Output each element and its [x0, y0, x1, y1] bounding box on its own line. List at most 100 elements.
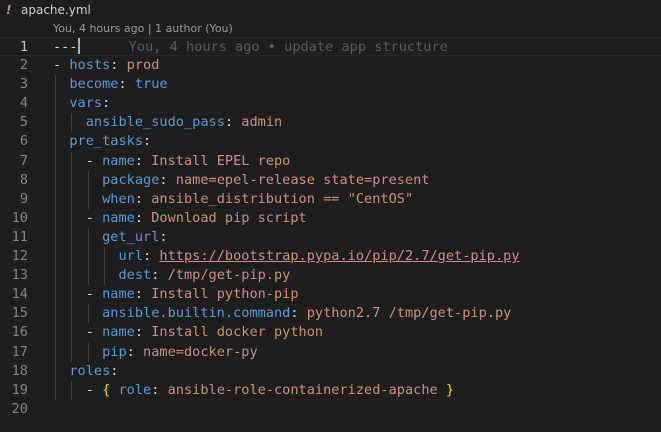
code-token: :	[134, 209, 152, 226]
code-line[interactable]: 6 pre_tasks:	[0, 132, 661, 152]
code-token: vars	[69, 95, 103, 112]
code-token: :	[134, 152, 152, 169]
line-number: 20	[11, 400, 28, 417]
code-token: name=docker-py	[143, 343, 258, 360]
code-token: get_url	[102, 228, 160, 245]
code-content[interactable]: get_url:	[53, 228, 167, 247]
code-line[interactable]: 14 - name: Install python-pip	[0, 285, 661, 305]
code-line[interactable]: 17 pip: name=docker-py	[0, 342, 661, 362]
code-token: -	[53, 57, 70, 74]
file-tab-title[interactable]: apache.yml	[21, 3, 91, 17]
code-content[interactable]: ansible_sudo_pass: admin	[53, 113, 282, 132]
code-line[interactable]: 12 url: https://bootstrap.pypa.io/pip/2.…	[0, 247, 661, 267]
code-line[interactable]: 19 - { role: ansible-role-containerized-…	[0, 380, 661, 400]
line-number: 17	[11, 343, 28, 360]
code-line[interactable]: 11 get_url:	[0, 227, 661, 248]
code-token: roles	[69, 362, 111, 379]
code-token: :	[126, 343, 144, 360]
code-content[interactable]: ansible.builtin.command: python2.7 /tmp/…	[53, 304, 511, 323]
code-content[interactable]: package: name=epel-release state=present	[53, 171, 429, 190]
code-token: ansible_distribution == "CentOS"	[151, 190, 414, 207]
code-token: :	[118, 76, 135, 93]
line-number: 8	[19, 171, 28, 188]
code-line[interactable]: 20	[0, 400, 661, 419]
url-link[interactable]: https://bootstrap.pypa.io/pip/2.7/get-pi…	[159, 248, 519, 264]
line-number: 12	[11, 248, 28, 265]
code-line[interactable]: 15 ansible.builtin.command: python2.7 /t…	[0, 304, 661, 324]
code-token: Install EPEL repo	[151, 152, 291, 169]
code-token: ansible-role-containerized-apache	[167, 381, 438, 398]
code-content[interactable]: - name: Install docker python	[53, 323, 323, 342]
line-number: 15	[11, 305, 28, 322]
line-number: 19	[11, 381, 28, 398]
editor-tab-bar: ! apache.yml	[0, 0, 661, 21]
code-token: Install python-pip	[151, 286, 299, 303]
code-content[interactable]: - name: Install EPEL repo	[53, 152, 291, 171]
code-line[interactable]: 2 - hosts: prod	[0, 56, 661, 75]
code-content[interactable]: - name: Install python-pip	[53, 285, 299, 304]
code-line[interactable]: 8 package: name=epel-release state=prese…	[0, 170, 661, 190]
code-token: Download pip script	[151, 209, 307, 226]
code-content[interactable]: - name: Download pip script	[53, 209, 307, 228]
code-token: dest	[118, 267, 152, 284]
code-token: url	[118, 248, 144, 265]
code-token: name	[102, 286, 135, 303]
code-token: python2.7 /tmp/get-pip.py	[306, 305, 512, 322]
code-token: name	[102, 152, 135, 169]
code-line[interactable]: 5 ansible_sudo_pass: admin	[0, 113, 661, 133]
code-token: pip	[102, 343, 127, 360]
code-token: role	[118, 381, 152, 398]
code-content[interactable]: roles:	[53, 362, 118, 381]
code-content[interactable]: --- You, 4 hours ago • update app struct…	[53, 38, 448, 57]
code-token: :	[224, 114, 242, 131]
code-line[interactable]: 3 become: true	[0, 75, 661, 95]
code-content[interactable]: pip: name=docker-py	[53, 343, 258, 362]
code-content[interactable]: when: ansible_distribution == "CentOS"	[53, 190, 413, 209]
code-line[interactable]: 18 roles:	[0, 361, 661, 381]
code-line[interactable]: 1 --- You, 4 hours ago • update app struc…	[0, 37, 661, 57]
git-blame-codelens[interactable]: You, 4 hours ago | 1 author (You)	[53, 22, 233, 36]
code-content[interactable]: dest: /tmp/get-pip.py	[53, 266, 290, 285]
code-token: ansible.builtin.command	[102, 305, 291, 322]
code-token: true	[134, 76, 168, 93]
code-content[interactable]: - { role: ansible-role-containerized-apa…	[53, 381, 454, 400]
code-token: :	[290, 305, 307, 322]
line-number: 2	[19, 57, 28, 74]
code-token: :	[110, 57, 127, 74]
code-token: :	[143, 248, 160, 265]
code-line[interactable]: 13 dest: /tmp/get-pip.py	[0, 266, 661, 286]
line-number: 13	[11, 267, 28, 284]
line-number: 9	[19, 190, 28, 207]
line-number: 7	[19, 152, 28, 169]
code-token: }	[445, 381, 455, 398]
code-editor[interactable]: 1 --- You, 4 hours ago • update app struc…	[0, 37, 661, 419]
code-content[interactable]: url: https://bootstrap.pypa.io/pip/2.7/g…	[53, 247, 519, 266]
code-content[interactable]: become: true	[53, 75, 168, 94]
code-content[interactable]: - hosts: prod	[53, 56, 159, 75]
code-line[interactable]: 10 - name: Download pip script	[0, 208, 661, 228]
code-content[interactable]: vars:	[53, 94, 110, 113]
code-token: :	[110, 362, 119, 379]
line-number: 14	[11, 286, 28, 303]
line-number: 18	[11, 362, 28, 379]
code-token: -	[53, 286, 103, 303]
code-line[interactable]: 16 - name: Install docker python	[0, 323, 661, 343]
code-line[interactable]: 4 vars:	[0, 94, 661, 114]
code-token: package	[102, 171, 160, 188]
code-token: -	[53, 324, 103, 341]
code-token: -	[53, 209, 103, 226]
code-line[interactable]: 7 - name: Install EPEL repo	[0, 151, 661, 171]
code-content[interactable]: pre_tasks:	[53, 132, 151, 151]
code-token: :	[134, 190, 152, 207]
code-token: :	[134, 324, 152, 341]
code-token: Install docker python	[151, 324, 324, 341]
code-line[interactable]: 9 when: ansible_distribution == "CentOS"	[0, 189, 661, 209]
